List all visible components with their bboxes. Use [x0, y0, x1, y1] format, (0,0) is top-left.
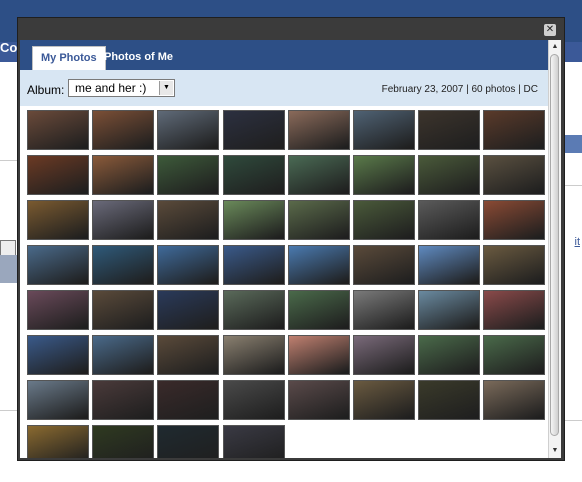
background-divider — [562, 420, 582, 421]
photo-thumbnail[interactable] — [157, 110, 219, 150]
photo-thumbnail[interactable] — [353, 290, 415, 330]
photo-thumbnail[interactable] — [288, 200, 350, 240]
photo-thumbnail[interactable] — [418, 335, 480, 375]
photo-thumbnail[interactable] — [27, 200, 89, 240]
photo-thumbnail[interactable] — [288, 110, 350, 150]
photo-thumbnail[interactable] — [223, 335, 285, 375]
photo-thumbnail[interactable] — [92, 380, 154, 420]
photo-thumbnail[interactable] — [223, 290, 285, 330]
photo-thumbnail[interactable] — [27, 335, 89, 375]
album-label: Album: — [27, 83, 65, 97]
photo-thumbnail[interactable] — [483, 110, 545, 150]
photo-thumbnail[interactable] — [418, 155, 480, 195]
photo-thumbnail[interactable] — [92, 200, 154, 240]
photo-thumbnail[interactable] — [223, 245, 285, 285]
background-left-icon — [0, 240, 16, 256]
photo-thumbnail[interactable] — [157, 335, 219, 375]
photo-thumbnail[interactable] — [157, 245, 219, 285]
photo-thumbnail[interactable] — [353, 110, 415, 150]
photo-thumbnail[interactable] — [157, 380, 219, 420]
photo-thumbnail[interactable] — [483, 155, 545, 195]
photo-thumbnail[interactable] — [157, 290, 219, 330]
tab-bar: My Photos Photos of Me — [20, 40, 550, 70]
photo-thumbnail[interactable] — [288, 245, 350, 285]
close-icon[interactable]: ✕ — [544, 24, 556, 36]
scroll-down-icon[interactable]: ▼ — [550, 446, 560, 456]
photo-thumbnail[interactable] — [353, 245, 415, 285]
chevron-down-icon[interactable]: ▼ — [159, 81, 173, 95]
photo-thumbnail[interactable] — [92, 155, 154, 195]
scroll-up-icon[interactable]: ▲ — [550, 42, 560, 52]
photo-thumbnail[interactable] — [223, 200, 285, 240]
photo-thumbnail[interactable] — [353, 155, 415, 195]
background-right-header — [562, 135, 582, 153]
photo-thumbnail[interactable] — [353, 380, 415, 420]
photo-thumbnail[interactable] — [223, 110, 285, 150]
photo-thumbnail[interactable] — [418, 245, 480, 285]
photo-thumbnail[interactable] — [27, 380, 89, 420]
tab-my-photos[interactable]: My Photos — [32, 46, 106, 70]
photo-picker-dialog: ✕ My Photos Photos of Me Album: me and h… — [17, 17, 565, 461]
album-select[interactable]: me and her :) ▼ — [68, 79, 175, 97]
photo-thumbnail[interactable] — [92, 425, 154, 458]
photo-thumbnail[interactable] — [483, 335, 545, 375]
photo-thumbnail[interactable] — [483, 290, 545, 330]
photo-thumbnail[interactable] — [27, 110, 89, 150]
photo-grid — [27, 110, 549, 458]
photo-thumbnail[interactable] — [223, 425, 285, 458]
photo-thumbnail[interactable] — [223, 155, 285, 195]
tab-photos-of-me[interactable]: Photos of Me — [96, 46, 181, 70]
photo-thumbnail[interactable] — [353, 335, 415, 375]
background-right-link[interactable]: it — [575, 236, 581, 248]
photo-thumbnail[interactable] — [92, 290, 154, 330]
photo-thumbnail[interactable] — [92, 110, 154, 150]
background-left-block — [0, 255, 18, 283]
photo-thumbnail[interactable] — [27, 425, 89, 458]
photo-thumbnail[interactable] — [27, 155, 89, 195]
photo-thumbnail[interactable] — [483, 245, 545, 285]
photo-thumbnail[interactable] — [288, 290, 350, 330]
photo-thumbnail[interactable] — [92, 335, 154, 375]
photo-thumbnail[interactable] — [157, 200, 219, 240]
photo-thumbnail[interactable] — [418, 290, 480, 330]
background-divider — [0, 410, 18, 411]
photo-thumbnail[interactable] — [157, 425, 219, 458]
photo-thumbnail[interactable] — [418, 380, 480, 420]
photo-thumbnail[interactable] — [288, 335, 350, 375]
background-divider — [0, 160, 18, 161]
photo-thumbnail[interactable] — [27, 290, 89, 330]
photo-thumbnail[interactable] — [418, 110, 480, 150]
album-selected-value: me and her :) — [75, 81, 147, 95]
scroll-thumb[interactable] — [550, 54, 559, 436]
background-right-strip — [562, 62, 582, 482]
photo-thumbnail[interactable] — [353, 200, 415, 240]
photo-thumbnail[interactable] — [223, 380, 285, 420]
photo-thumbnail[interactable] — [288, 380, 350, 420]
vertical-scrollbar[interactable]: ▲ ▼ — [548, 40, 561, 458]
photo-thumbnail[interactable] — [157, 155, 219, 195]
photo-thumbnail[interactable] — [418, 200, 480, 240]
photo-thumbnail[interactable] — [288, 155, 350, 195]
album-meta: February 23, 2007 | 60 photos | DC — [381, 84, 538, 95]
photo-thumbnail[interactable] — [483, 200, 545, 240]
background-divider — [562, 185, 582, 186]
photo-thumbnail[interactable] — [483, 380, 545, 420]
dialog-content: My Photos Photos of Me Album: me and her… — [20, 40, 561, 458]
photo-thumbnail[interactable] — [92, 245, 154, 285]
background-title-fragment: Co — [0, 40, 18, 55]
photo-thumbnail[interactable] — [27, 245, 89, 285]
album-toolbar: Album: me and her :) ▼ February 23, 2007… — [20, 70, 550, 106]
